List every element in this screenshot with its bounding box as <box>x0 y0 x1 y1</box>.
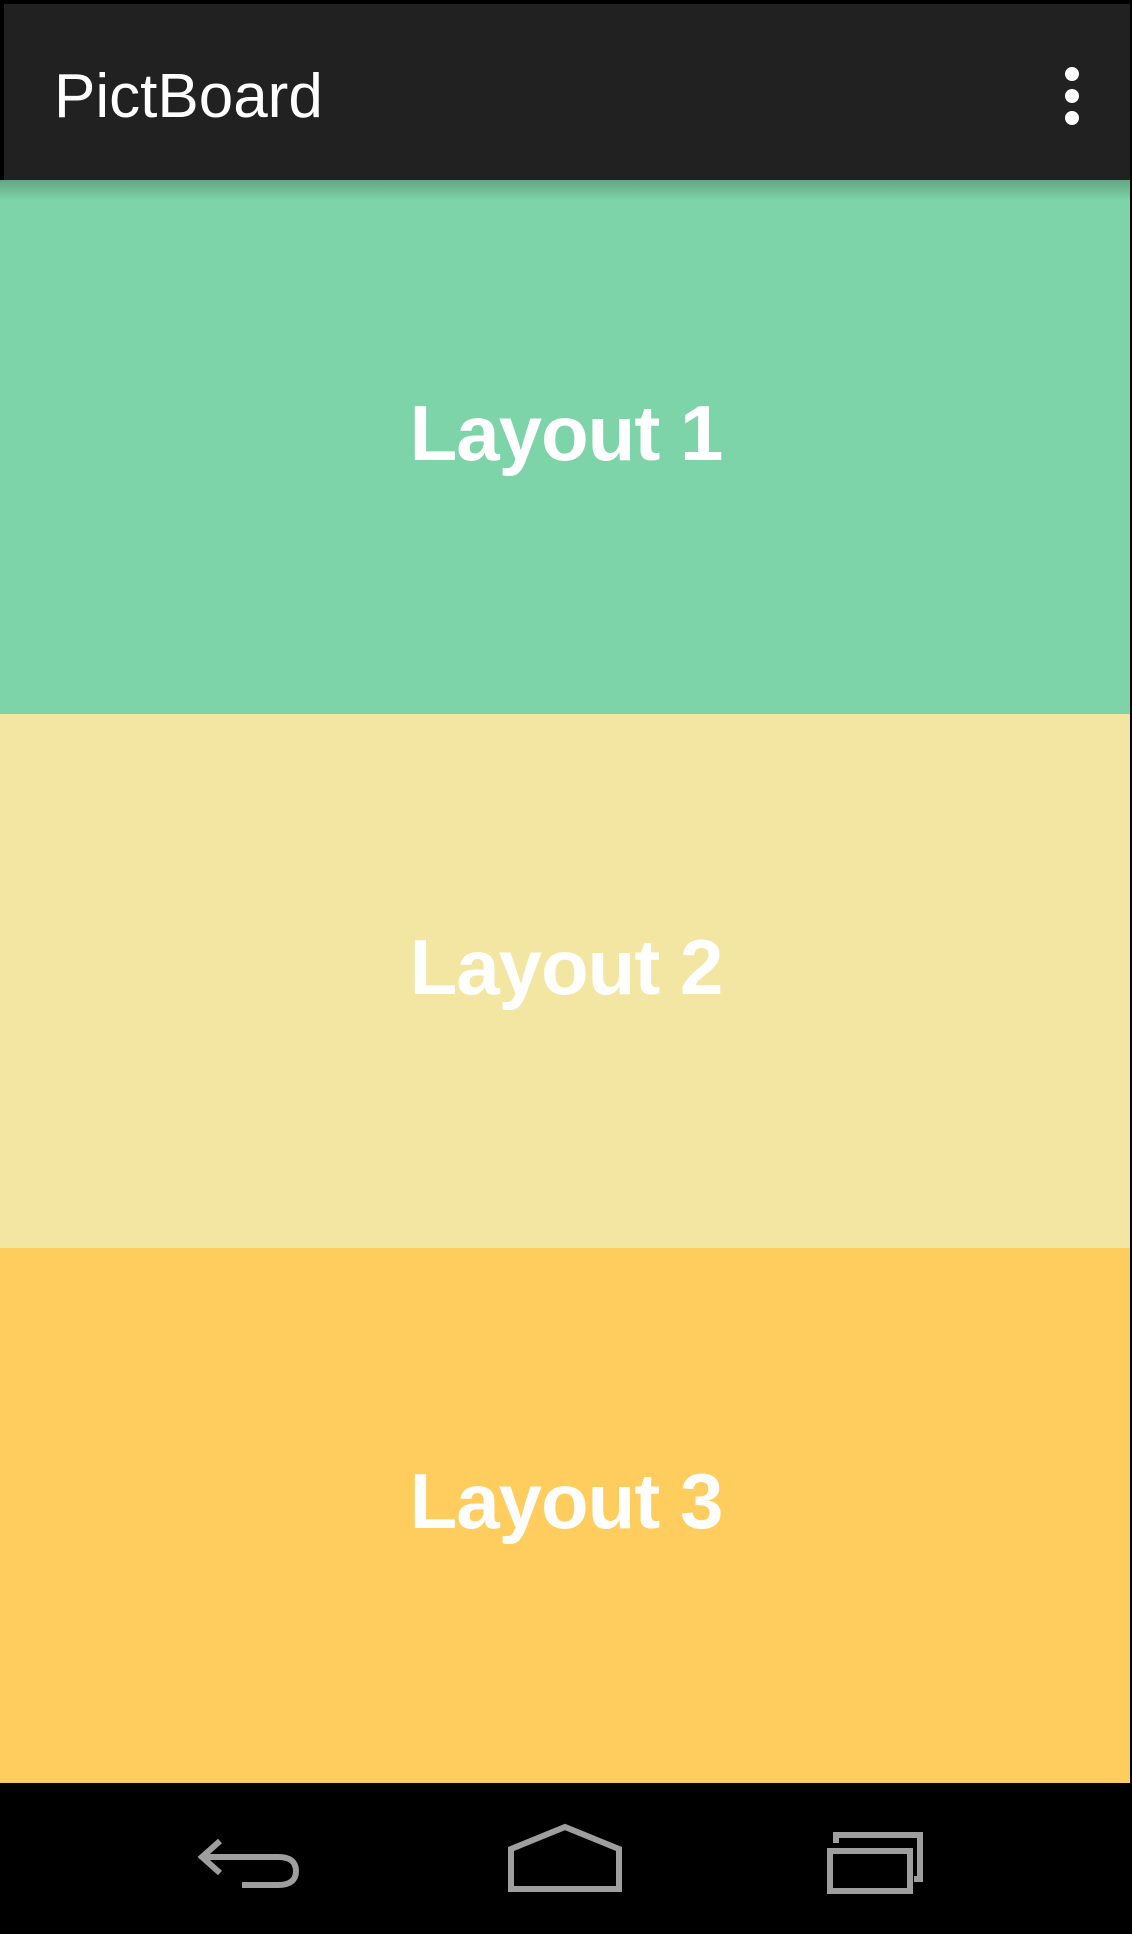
app-title: PictBoard <box>54 62 323 131</box>
layout-card-label: Layout 2 <box>409 922 724 1011</box>
layout-list: Layout 1 Layout 2 Layout 3 <box>0 180 1132 1783</box>
overflow-menu-button[interactable] <box>1052 60 1092 132</box>
layout-card-1[interactable]: Layout 1 <box>0 180 1132 714</box>
back-button[interactable] <box>190 1813 310 1903</box>
app-bar: PictBoard <box>0 0 1132 180</box>
layout-card-label: Layout 1 <box>409 388 724 477</box>
home-button[interactable] <box>505 1813 625 1903</box>
navigation-bar <box>0 1783 1132 1934</box>
more-vert-icon <box>1065 67 1079 125</box>
recents-icon <box>827 1832 923 1894</box>
screen: PictBoard Layout 1 Layout 2 Layout 3 <box>0 0 1132 1934</box>
layout-card-2[interactable]: Layout 2 <box>0 714 1132 1248</box>
home-icon <box>508 1823 622 1892</box>
back-icon <box>197 1838 300 1888</box>
layout-card-3[interactable]: Layout 3 <box>0 1248 1132 1783</box>
recents-button[interactable] <box>820 1813 940 1903</box>
layout-card-label: Layout 3 <box>409 1457 724 1545</box>
